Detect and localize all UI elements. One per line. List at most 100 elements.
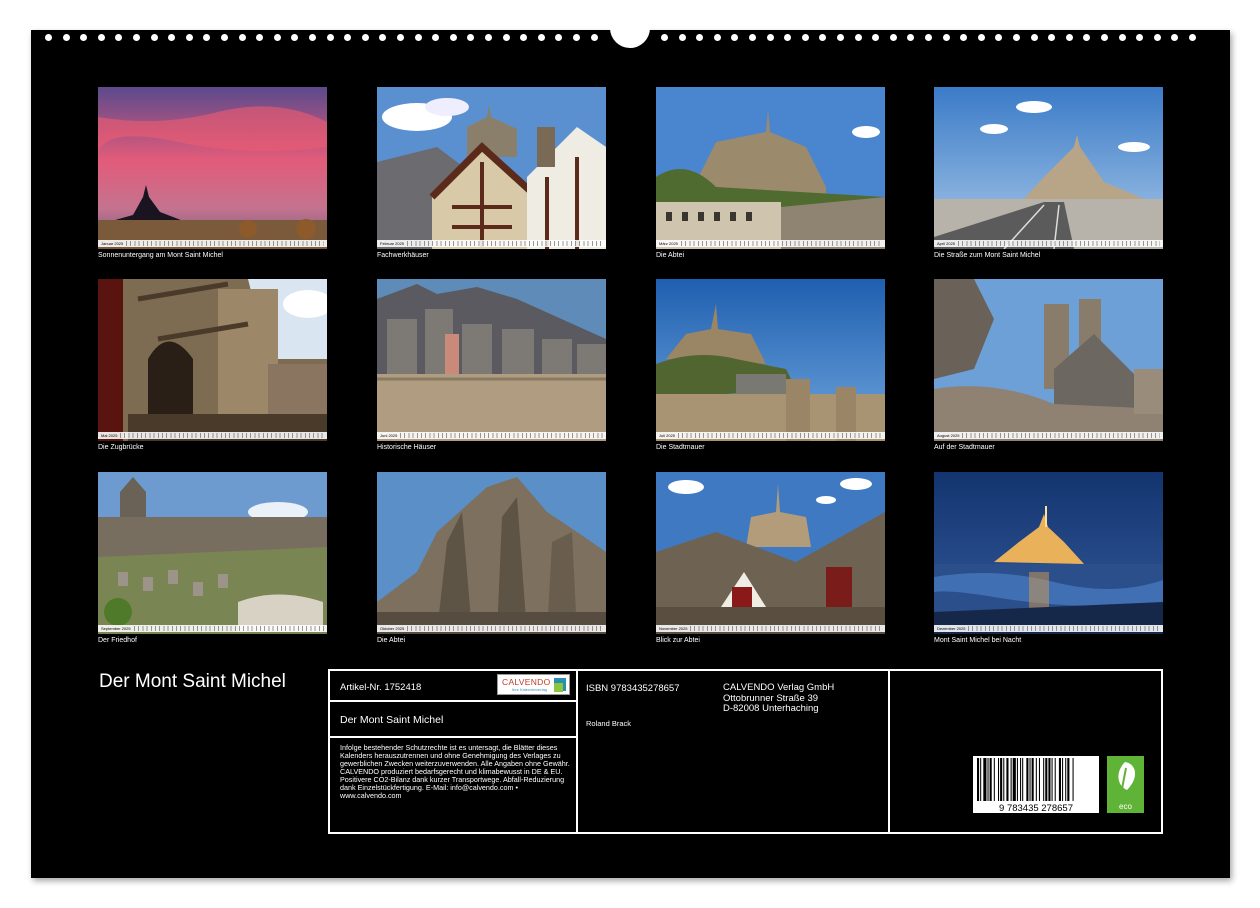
binding-hole: [1013, 34, 1020, 41]
binding-hole: [819, 34, 827, 41]
binding-hole: [678, 34, 686, 41]
day-grid: [400, 433, 603, 438]
binding-hole: [344, 34, 352, 41]
month-label: Juli 2025: [659, 433, 676, 438]
binding-hole: [115, 34, 123, 41]
imprint-column-left: Artikel-Nr. 1752418 CALVENDO Ihre Kalend…: [330, 671, 578, 832]
binding-hole: [256, 34, 264, 41]
binding-hole: [449, 34, 457, 41]
binding-hole: [502, 34, 510, 41]
binding-hole: [977, 34, 985, 41]
publisher-name: CALVENDO Verlag GmbH: [723, 682, 835, 693]
binding-hole: [203, 34, 211, 41]
day-grid: [690, 626, 882, 631]
eco-badge: eco: [1107, 756, 1144, 813]
month-label: August 2025: [937, 433, 960, 438]
binding-hole: [995, 34, 1003, 41]
binding-hole: [467, 34, 475, 41]
binding-hole: [326, 34, 334, 41]
month-calendar-strip: Oktober 2025: [377, 625, 606, 632]
month-label: Dezember 2025: [937, 626, 966, 631]
publisher-city: D-82008 Unterhaching: [723, 703, 819, 714]
binding-hole: [397, 34, 404, 41]
month-tile: November 2025 Blick zur Abtei: [656, 472, 885, 644]
month-calendar-strip: April 2025: [934, 240, 1163, 247]
day-grid: [958, 241, 1160, 246]
binding-hole: [889, 34, 897, 41]
binding-hole: [414, 34, 422, 41]
month-calendar-strip: September 2025: [98, 625, 327, 632]
binding-hole: [62, 34, 70, 41]
month-photo: März 2025: [656, 87, 885, 249]
binding-hole: [872, 34, 880, 41]
day-grid: [968, 626, 1160, 631]
binding-hole: [1153, 34, 1161, 41]
binding-hole: [713, 34, 721, 41]
binding-hole: [590, 34, 598, 41]
month-tile: Juli 2025 Die Stadtmauer: [656, 279, 885, 451]
month-photo: Juni 2025: [377, 279, 606, 441]
isbn: ISBN 9783435278657: [586, 683, 680, 694]
binding-hole: [45, 34, 52, 41]
binding-hole: [1101, 34, 1108, 41]
photo-caption: Die Stadtmauer: [656, 444, 705, 451]
binding-hole: [573, 34, 580, 41]
calendar-title: Der Mont Saint Michel: [99, 671, 286, 692]
month-calendar-strip: Juli 2025: [656, 432, 885, 439]
month-photo: Januar 2025: [98, 87, 327, 249]
day-grid: [407, 626, 603, 631]
author: Roland Brack: [586, 719, 632, 728]
month-tile: Juni 2025 Historische Häuser: [377, 279, 606, 451]
day-grid: [407, 241, 603, 246]
leaf-icon: [1118, 762, 1136, 795]
binding-hole: [520, 34, 528, 41]
binding-hole: [661, 34, 668, 41]
month-tile: März 2025 Die Abtei: [656, 87, 885, 259]
binding-hole: [1171, 34, 1179, 41]
binding-hole: [696, 34, 704, 41]
day-grid: [678, 433, 882, 438]
month-tile: August 2025 Auf der Stadtmauer: [934, 279, 1163, 451]
binding-hole: [221, 34, 228, 41]
binding-hole: [537, 34, 545, 41]
month-calendar-strip: August 2025: [934, 432, 1163, 439]
month-calendar-strip: November 2025: [656, 625, 885, 632]
month-photo: November 2025: [656, 472, 885, 634]
photo-caption: Die Straße zum Mont Saint Michel: [934, 252, 1041, 259]
binding-hole: [749, 34, 756, 41]
logo-mark-accent-icon: [554, 683, 563, 692]
month-photo: April 2025: [934, 87, 1163, 249]
day-grid: [126, 241, 324, 246]
month-label: Februar 2025: [380, 241, 405, 246]
day-grid: [680, 241, 882, 246]
month-label: September 2025: [101, 626, 131, 631]
binding-hole: [432, 34, 440, 41]
month-tile: Mai 2025 Die Zugbrücke: [98, 279, 327, 451]
binding-hole: [766, 34, 774, 41]
month-photo: Februar 2025: [377, 87, 606, 249]
photo-caption: Der Friedhof: [98, 637, 137, 644]
logo-brand: CALVENDO: [502, 677, 551, 687]
binding-hole: [555, 34, 563, 41]
day-grid: [120, 433, 324, 438]
binding-hole: [238, 34, 246, 41]
binding-hole: [1118, 34, 1126, 41]
article-number: Artikel-Nr. 1752418: [340, 682, 422, 693]
photo-caption: Blick zur Abtei: [656, 637, 700, 644]
eco-label: eco: [1119, 802, 1132, 811]
binding-hole: [942, 34, 950, 41]
hanger-cutout: [610, 8, 650, 48]
photo-caption: Mont Saint Michel bei Nacht: [934, 637, 1022, 644]
book-title: Der Mont Saint Michel: [340, 714, 444, 726]
barcode: 9 783435 278657: [973, 756, 1099, 813]
month-label: Oktober 2025: [380, 626, 405, 631]
binding-hole: [133, 34, 140, 41]
month-tile: Januar 2025 Sonnenuntergang am Mont Saint…: [98, 87, 327, 259]
month-label: April 2025: [937, 241, 956, 246]
binding-hole: [1048, 34, 1056, 41]
calendar-sheet: Januar 2025 Sonnenuntergang am Mont Saint…: [31, 8, 1230, 878]
binding-hole: [291, 34, 299, 41]
month-tile: April 2025 Die Straße zum Mont Saint Mich…: [934, 87, 1163, 259]
binding-hole: [150, 34, 158, 41]
binding-hole: [379, 34, 387, 41]
